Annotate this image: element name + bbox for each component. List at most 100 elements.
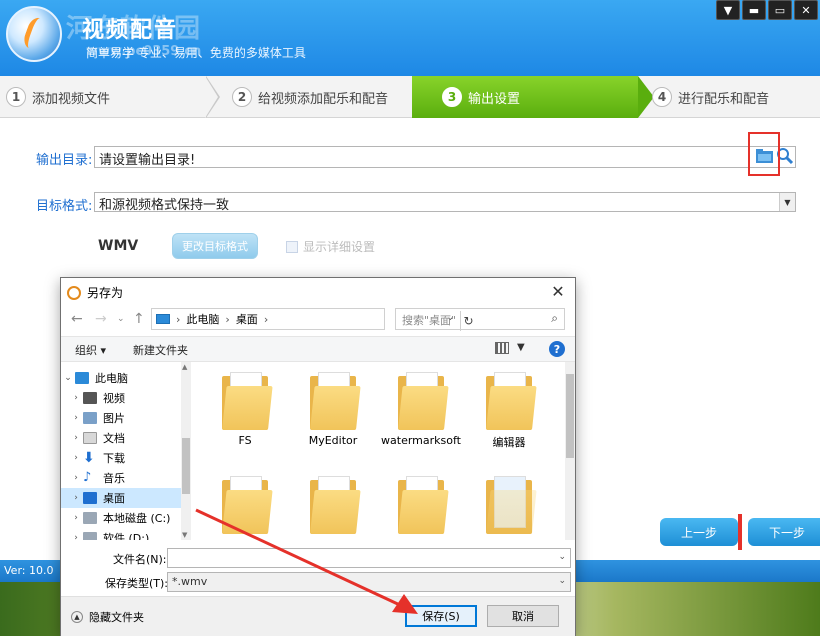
filename-input[interactable]: ⌄ (167, 548, 571, 568)
chevron-right-icon[interactable]: › (69, 473, 83, 483)
menu-button[interactable]: ▼ (716, 0, 740, 20)
address-bar[interactable]: › 此电脑 › 桌面 › ⌄ ↻ (151, 308, 474, 331)
step-label: 添加视频文件 (32, 91, 111, 107)
output-dir-input[interactable]: 请设置输出目录! (94, 146, 796, 168)
save-button[interactable]: 保存(S) (405, 605, 477, 627)
chevron-right-icon[interactable]: › (69, 433, 83, 443)
chevron-down-icon[interactable]: ⌄ (61, 373, 75, 383)
desktop-icon (83, 492, 97, 504)
chevron-down-icon[interactable]: ⌄ (558, 576, 566, 586)
scroll-thumb[interactable] (182, 438, 190, 494)
step-number: 1 (6, 87, 26, 107)
chevron-right-icon[interactable]: › (69, 393, 83, 403)
maximize-button[interactable]: ▭ (768, 0, 792, 20)
tree-item-videos[interactable]: › 视频 (61, 388, 181, 408)
tree-item-drive-c[interactable]: › 本地磁盘 (C:) (61, 508, 181, 528)
tree-item-drive-d[interactable]: › 软件 (D:) (61, 528, 181, 540)
checkbox-box (286, 240, 298, 253)
search-placeholder: 搜索"桌面" (402, 314, 457, 327)
tree-item-music[interactable]: › ♪ 音乐 (61, 468, 181, 488)
chevron-right-icon[interactable]: › (69, 513, 83, 523)
filename-label: 文件名(N): (113, 553, 167, 566)
step-add-video[interactable]: 1 添加视频文件 (6, 76, 110, 118)
help-icon[interactable]: ? (549, 341, 565, 357)
folder-item[interactable]: FS (203, 372, 287, 447)
folder-name: 编辑器 (492, 436, 526, 449)
recent-dropdown-icon[interactable]: ⌄ (117, 314, 125, 324)
app-icon (67, 285, 81, 300)
tree-item-documents[interactable]: › 文档 (61, 428, 181, 448)
step-output-settings[interactable]: 3 输出设置 (442, 76, 520, 118)
close-button[interactable]: ✕ (794, 0, 818, 20)
breadcrumb-desktop[interactable]: 桌面 (236, 311, 258, 327)
target-format-label: 目标格式: (36, 199, 93, 214)
picture-icon (83, 412, 97, 424)
window-controls: ▼ ▬ ▭ ✕ (716, 0, 818, 20)
step-label: 进行配乐和配音 (678, 91, 770, 107)
hide-folders-toggle[interactable]: ▲ 隐藏文件夹 (71, 609, 144, 625)
music-icon: ♪ (83, 470, 92, 485)
folder-item[interactable] (467, 476, 551, 538)
folder-item[interactable] (379, 476, 463, 538)
step-label: 输出设置 (468, 91, 521, 107)
chevron-down-icon[interactable]: ▼ (517, 342, 525, 353)
tree-label: 此电脑 (95, 372, 128, 385)
tree-item-pc[interactable]: ⌄ 此电脑 (61, 368, 181, 388)
watermark-url: www.pc0359.cn (86, 44, 202, 59)
output-dir-label: 输出目录: (36, 153, 93, 168)
chevron-right-icon[interactable]: › (69, 533, 83, 540)
tree-label: 图片 (103, 412, 125, 425)
dialog-close-button[interactable]: ✕ (547, 281, 569, 301)
drive-icon (83, 512, 97, 524)
view-icon[interactable] (495, 342, 509, 354)
nav-scrollbar[interactable]: ▲ ▼ (181, 362, 191, 540)
tree-label: 本地磁盘 (C:) (103, 512, 171, 525)
minimize-button[interactable]: ▬ (742, 0, 766, 20)
folder-icon (398, 476, 449, 534)
scroll-thumb[interactable] (566, 374, 574, 458)
change-format-button[interactable]: 更改目标格式 (172, 233, 258, 259)
breadcrumb-pc[interactable]: 此电脑 (186, 311, 219, 327)
filetype-row: 保存类型(T): *.wmv ⌄ (61, 570, 575, 594)
folder-name: watermarksoft (381, 434, 461, 447)
tree-item-downloads[interactable]: › ⬇ 下载 (61, 448, 181, 468)
show-details-checkbox[interactable]: 显示详细设置 (286, 238, 375, 255)
folder-icon (222, 372, 273, 430)
chevron-right-icon[interactable]: › (69, 453, 83, 463)
file-scrollbar[interactable] (565, 362, 575, 540)
tree-item-desktop[interactable]: › 桌面 (61, 488, 181, 508)
tree-item-pictures[interactable]: › 图片 (61, 408, 181, 428)
tree-label: 软件 (D:) (103, 532, 150, 540)
target-format-value: 和源视频格式保持一致 (99, 198, 230, 213)
cancel-button[interactable]: 取消 (487, 605, 559, 627)
chevron-right-icon[interactable]: › (69, 493, 83, 503)
back-arrow-icon[interactable]: ← (71, 311, 83, 327)
step-number: 3 (442, 87, 462, 107)
folder-item[interactable] (203, 476, 287, 538)
search-input[interactable]: 搜索"桌面" ⌕ (395, 308, 565, 330)
filename-row: 文件名(N): ⌄ (61, 546, 575, 570)
forward-arrow-icon[interactable]: → (95, 311, 107, 327)
folder-item[interactable] (291, 476, 375, 538)
step-add-music[interactable]: 2 给视频添加配乐和配音 (232, 76, 388, 118)
chevron-right-icon[interactable]: › (69, 413, 83, 423)
prev-step-button[interactable]: 上一步 (660, 518, 738, 546)
folder-item[interactable]: watermarksoft (379, 372, 463, 447)
filetype-label: 保存类型(T): (105, 577, 169, 590)
chevron-up-icon: ▲ (71, 611, 83, 623)
dialog-footer: ▲ 隐藏文件夹 保存(S) 取消 (61, 596, 575, 636)
step-process[interactable]: 4 进行配乐和配音 (652, 76, 769, 118)
address-row: ← → ⌄ ↑ › 此电脑 › 桌面 › ⌄ ↻ 搜索"桌面" ⌕ (61, 306, 575, 332)
highlight-marker (738, 514, 742, 550)
new-folder-button[interactable]: 新建文件夹 (133, 342, 188, 358)
folder-item[interactable]: 编辑器 (467, 372, 551, 450)
target-format-select[interactable]: 和源视频格式保持一致 ▼ (94, 192, 796, 213)
format-name: WMV (98, 238, 139, 254)
organize-button[interactable]: 组织 ▾ (75, 342, 106, 358)
next-step-button[interactable]: 下一步 (748, 518, 820, 546)
folder-item[interactable]: MyEditor (291, 372, 375, 447)
chevron-down-icon[interactable]: ⌄ (558, 552, 566, 562)
up-arrow-icon[interactable]: ↑ (133, 311, 145, 327)
folder-icon (486, 372, 537, 430)
filetype-select[interactable]: *.wmv ⌄ (167, 572, 571, 592)
